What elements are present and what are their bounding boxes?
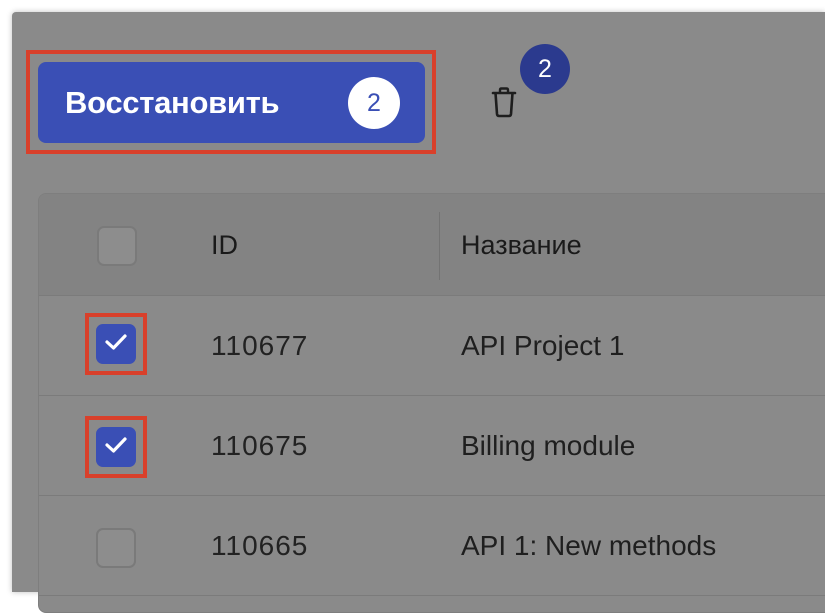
restore-button[interactable]: Восстановить 2 <box>38 62 425 143</box>
checkmark-icon <box>104 435 128 460</box>
screen: Восстановить 2 2 ID Название 110677 API … <box>0 0 825 613</box>
projects-table: ID Название 110677 API Project 1 110675 … <box>38 193 825 613</box>
restore-count-badge: 2 <box>348 77 400 129</box>
row-checkbox[interactable] <box>96 528 136 568</box>
restore-button-label: Восстановить <box>65 84 280 120</box>
row-id: 110665 <box>211 530 309 561</box>
column-header-name[interactable]: Название <box>461 230 582 261</box>
row-id: 110675 <box>211 430 309 461</box>
delete-button[interactable] <box>482 82 526 126</box>
checkmark-icon <box>104 332 128 357</box>
select-all-checkbox[interactable] <box>97 226 137 266</box>
row-checkbox[interactable] <box>96 427 136 467</box>
table-header: ID Название <box>39 194 825 296</box>
delete-count-badge: 2 <box>520 44 570 94</box>
row-name: API Project 1 <box>461 330 625 361</box>
table-row[interactable]: 110665 API 1: New methods <box>39 496 825 596</box>
table-row[interactable]: 110675 Billing module <box>39 396 825 496</box>
row-id: 110677 <box>211 330 309 361</box>
table-row[interactable]: 110677 API Project 1 <box>39 296 825 396</box>
row-checkbox[interactable] <box>96 324 136 364</box>
column-divider[interactable] <box>439 212 440 280</box>
column-header-id[interactable]: ID <box>211 230 238 261</box>
trash-icon <box>489 85 519 124</box>
row-name: Billing module <box>461 430 636 461</box>
row-name: API 1: New methods <box>461 530 717 561</box>
